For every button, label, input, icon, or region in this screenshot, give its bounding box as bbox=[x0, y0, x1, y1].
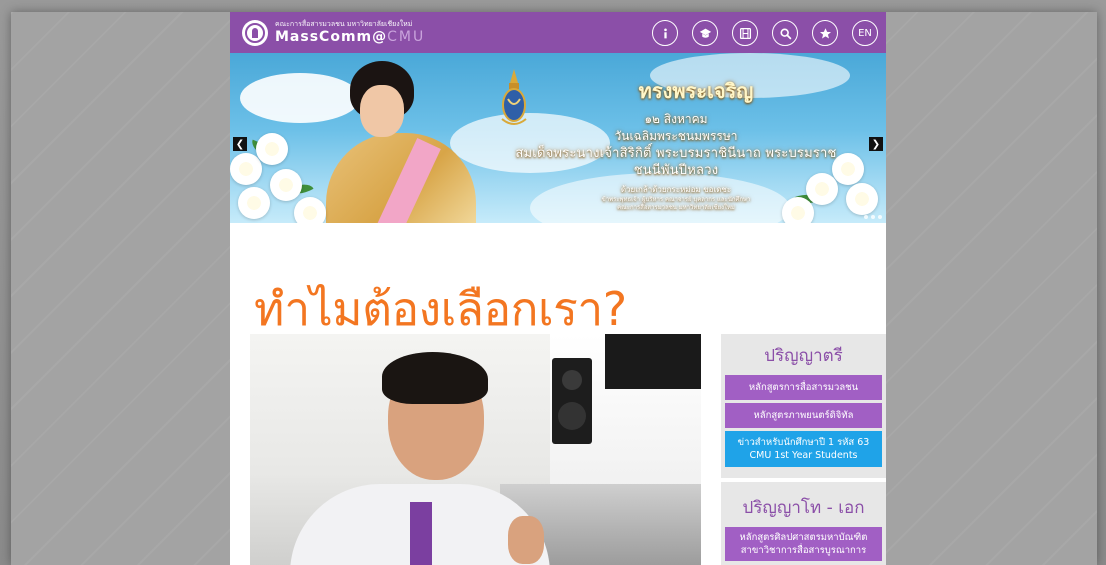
programs-sidebar: ปริญญาตรี หลักสูตรการสื่อสารมวลชน หลักสู… bbox=[721, 334, 886, 565]
header-nav: EN bbox=[652, 20, 878, 46]
banner-date: ๑๒ สิงหาคม bbox=[644, 112, 708, 126]
digital-film-program-link[interactable]: หลักสูตรภาพยนตร์ดิจิทัล bbox=[725, 403, 882, 428]
integrated-comm-line2: สาขาวิชาการสื่อสารบูรณาการ bbox=[740, 545, 867, 556]
banner-title: ทรงพระเจริญ bbox=[638, 79, 754, 103]
queen-portrait-image bbox=[326, 61, 476, 223]
language-toggle-button[interactable]: EN bbox=[852, 20, 878, 46]
university-logo-icon[interactable] bbox=[242, 19, 268, 46]
banner-message: ทรงพระเจริญ ๑๒ สิงหาคม วันเฉลิมพระชนมพรร… bbox=[486, 75, 846, 212]
carousel-prev-button[interactable]: ❮ bbox=[233, 137, 247, 151]
brand-subtitle: คณะการสื่อสารมวลชน มหาวิทยาลัยเชียงใหม่ bbox=[275, 20, 413, 28]
carousel-dots bbox=[864, 215, 882, 219]
star-icon[interactable] bbox=[812, 20, 838, 46]
brand-cmu-text: CMU bbox=[387, 29, 426, 45]
first-year-news-line1: ข่าวสำหรับนักศึกษาปี 1 รหัส 63 bbox=[737, 437, 870, 448]
search-icon[interactable] bbox=[772, 20, 798, 46]
hero-banner: ทรงพระเจริญ ๑๒ สิงหาคม วันเฉลิมพระชนมพรร… bbox=[230, 53, 886, 223]
graduation-cap-icon[interactable] bbox=[692, 20, 718, 46]
banner-signatory: ข้าพระพุทธเจ้า ผู้บริหาร คณาจารย์ บุคลาก… bbox=[601, 196, 751, 203]
bachelor-section: ปริญญาตรี หลักสูตรการสื่อสารมวลชน หลักสู… bbox=[721, 334, 886, 476]
integrated-comm-program-link[interactable]: หลักสูตรศิลปศาสตรมหาบัณฑิต สาขาวิชาการสื… bbox=[725, 527, 882, 561]
mass-comm-program-link[interactable]: หลักสูตรการสื่อสารมวลชน bbox=[725, 375, 882, 400]
site-header: คณะการสื่อสารมวลชน มหาวิทยาลัยเชียงใหม่ … bbox=[230, 12, 886, 53]
browser-viewport: คณะการสื่อสารมวลชน มหาวิทยาลัยเชียงใหม่ … bbox=[11, 12, 1097, 565]
first-year-news-link[interactable]: ข่าวสำหรับนักศึกษาปี 1 รหัส 63 CMU 1st Y… bbox=[725, 431, 882, 467]
banner-blessing: ด้วยเกล้าด้วยกระหม่อม ขอเดชะ bbox=[620, 185, 732, 194]
site-page: คณะการสื่อสารมวลชน มหาวิทยาลัยเชียงใหม่ … bbox=[230, 12, 886, 565]
student-photo-image bbox=[250, 334, 701, 565]
carousel-dot[interactable] bbox=[871, 215, 875, 219]
banner-royal-title: สมเด็จพระนางเจ้าสิริกิติ์ พระบรมราชินีนา… bbox=[515, 146, 837, 178]
integrated-comm-line1: หลักสูตรศิลปศาสตรมหาบัณฑิต bbox=[739, 532, 868, 543]
first-year-news-line2: CMU 1st Year Students bbox=[749, 450, 858, 461]
graduate-heading: ปริญญาโท - เอก bbox=[742, 498, 865, 518]
site-brand[interactable]: คณะการสื่อสารมวลชน มหาวิทยาลัยเชียงใหม่ … bbox=[275, 20, 425, 45]
graduate-section: ปริญญาโท - เอก หลักสูตรศิลปศาสตรมหาบัณฑิ… bbox=[721, 478, 886, 565]
brand-title: MassComm@CMU bbox=[275, 30, 425, 44]
carousel-dot[interactable] bbox=[878, 215, 882, 219]
banner-faculty: คณะการสื่อสารมวลชน มหาวิทยาลัยเชียงใหม่ bbox=[617, 204, 735, 211]
banner-occasion: วันเฉลิมพระชนมพรรษา bbox=[614, 129, 738, 143]
carousel-next-button[interactable]: ❯ bbox=[869, 137, 883, 151]
info-icon[interactable] bbox=[652, 20, 678, 46]
bachelor-heading: ปริญญาตรี bbox=[764, 346, 843, 366]
brand-title-text: MassComm@ bbox=[275, 29, 388, 45]
carousel-dot[interactable] bbox=[864, 215, 868, 219]
film-icon[interactable] bbox=[732, 20, 758, 46]
